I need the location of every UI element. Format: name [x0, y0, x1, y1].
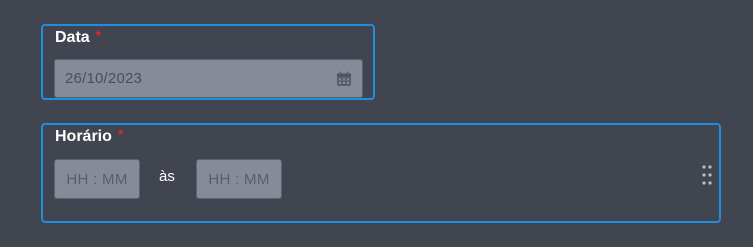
- time-separator: às: [159, 168, 175, 185]
- date-field-group: Data * 26/10/2023: [41, 24, 375, 100]
- required-asterisk: *: [117, 126, 124, 142]
- required-asterisk: *: [95, 27, 102, 43]
- calendar-icon[interactable]: [336, 71, 352, 87]
- time-label: Horário *: [55, 126, 123, 147]
- drag-handle-icon[interactable]: [701, 164, 713, 186]
- date-label: Data *: [55, 27, 101, 48]
- date-label-text: Data: [55, 29, 90, 46]
- date-input[interactable]: 26/10/2023: [54, 59, 363, 98]
- end-time-input[interactable]: [196, 159, 282, 199]
- form-page: Data * 26/10/2023 Horário * às: [0, 0, 753, 247]
- time-label-text: Horário: [55, 128, 112, 145]
- time-field-group: Horário * às: [41, 123, 721, 223]
- start-time-input[interactable]: [54, 159, 140, 199]
- date-value: 26/10/2023: [65, 70, 143, 87]
